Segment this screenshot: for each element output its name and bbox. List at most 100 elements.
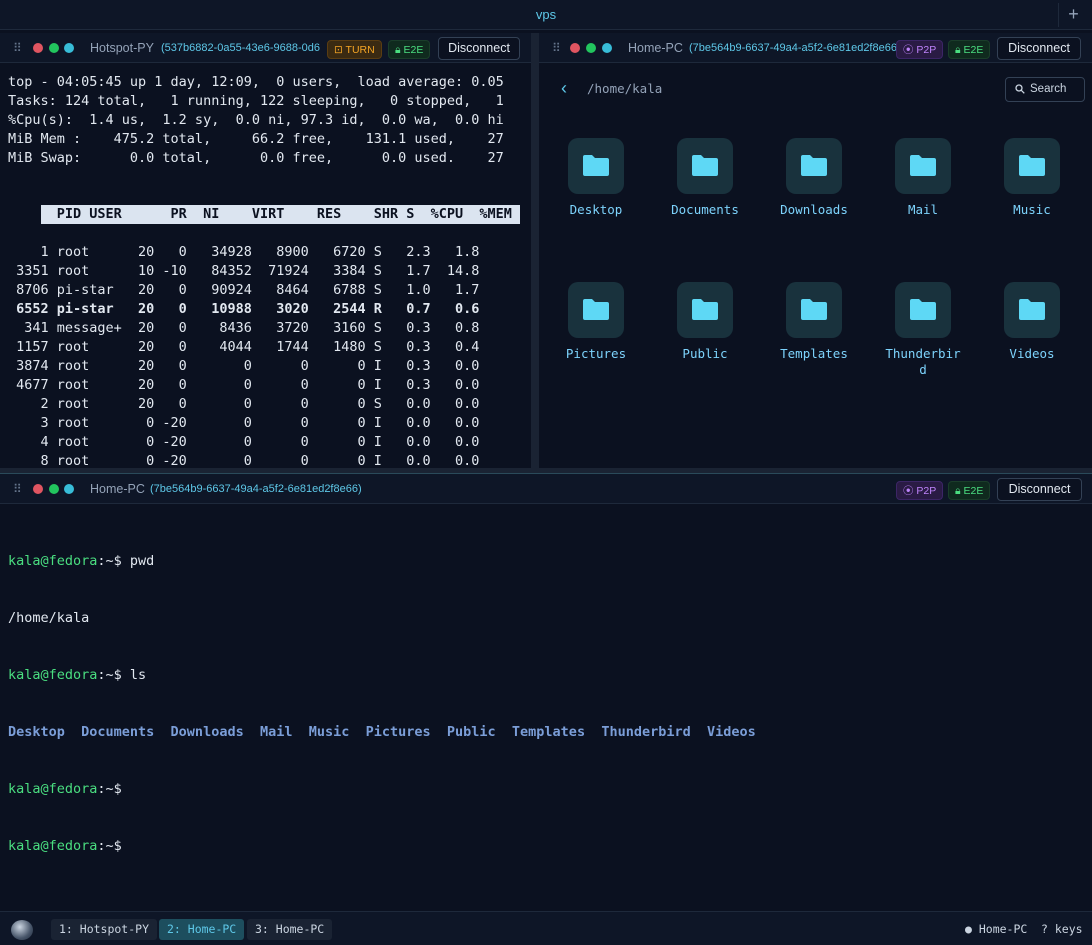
maximize-dot-icon[interactable]	[49, 484, 59, 494]
table-row: 1157 root 20 0 4044 1744 1480 S 0.3 0.4	[8, 339, 480, 355]
close-dot-icon[interactable]	[570, 43, 580, 53]
drag-handle-icon[interactable]: ⠿	[13, 482, 22, 496]
tab-home-pc-files[interactable]: 2: Home-PC	[159, 919, 245, 940]
e2e-badge: 🔒︎ E2E	[948, 481, 991, 500]
table-row: 6552 pi-star 20 0 10988 3020 2544 R 0.7 …	[8, 301, 480, 317]
folder-name: Public	[682, 346, 728, 361]
active-host-status: ● Home-PC	[965, 922, 1028, 936]
signal-icon: ⦿	[903, 485, 914, 497]
minimize-dot-icon[interactable]	[64, 43, 74, 53]
relay-icon: ⊡	[334, 44, 343, 56]
pane-peer-id: (7be564b9-6637-49a4-a5f2-6e81ed2f8e66)	[689, 42, 901, 54]
e2e-badge: 🔒︎ E2E	[948, 40, 991, 59]
pane-host-name: Hotspot-PY	[90, 41, 154, 55]
minimize-dot-icon[interactable]	[64, 484, 74, 494]
pane-header: ⠿ Home-PC (7be564b9-6637-49a4-a5f2-6e81e…	[0, 474, 1092, 504]
folder-icon	[677, 282, 733, 338]
pane-peer-id: (7be564b9-6637-49a4-a5f2-6e81ed2f8e66)	[150, 483, 362, 495]
table-row: 8 root 0 -20 0 0 0 I 0.0 0.0	[8, 453, 480, 468]
drag-handle-icon[interactable]: ⠿	[13, 41, 22, 55]
app-title: vps	[535, 7, 557, 22]
pane-header: ⠿ Home-PC (7be564b9-6637-49a4-a5f2-6e81e…	[539, 33, 1092, 63]
minimize-dot-icon[interactable]	[602, 43, 612, 53]
shell-line: kala@fedora:~$	[8, 781, 122, 797]
keys-help[interactable]: ? keys	[1041, 922, 1083, 936]
back-arrow-icon[interactable]: ‹	[561, 78, 567, 99]
table-row: 8706 pi-star 20 0 90924 8464 6788 S 1.0 …	[8, 282, 480, 298]
folder-item[interactable]: Mail	[878, 138, 968, 218]
summary-line: MiB Swap: 0.0 total, 0.0 free, 0.0 used.…	[8, 150, 504, 166]
lock-icon: 🔒︎	[395, 44, 401, 56]
summary-line: %Cpu(s): 1.4 us, 1.2 sy, 0.0 ni, 97.3 id…	[8, 112, 504, 128]
folder-item[interactable]: Music	[987, 138, 1077, 218]
top-process-table: PID USER PR NI VIRT RES SHR S %CPU %MEM …	[8, 186, 521, 468]
signal-icon: ⦿	[903, 44, 914, 56]
folder-icon	[786, 282, 842, 338]
folder-item[interactable]: Thunderbird	[878, 282, 968, 378]
search-icon	[1015, 84, 1025, 94]
folder-name: Downloads	[780, 202, 848, 217]
maximize-dot-icon[interactable]	[586, 43, 596, 53]
taskbar: 1: Hotspot-PY 2: Home-PC 3: Home-PC ● Ho…	[0, 911, 1092, 945]
folder-icon	[1004, 138, 1060, 194]
folder-item[interactable]: Desktop	[551, 138, 641, 218]
current-path: /home/kala	[587, 81, 663, 96]
folder-icon	[895, 282, 951, 338]
folder-name: Pictures	[565, 346, 627, 361]
pane-home-pc-shell: ⠿ Home-PC (7be564b9-6637-49a4-a5f2-6e81e…	[0, 474, 1092, 911]
disconnect-button[interactable]: Disconnect	[997, 37, 1081, 60]
disconnect-button[interactable]: Disconnect	[997, 478, 1082, 501]
app-title-bar: vps +	[0, 0, 1092, 30]
folder-icon	[568, 282, 624, 338]
folder-name: Documents	[671, 202, 739, 217]
folder-item[interactable]: Public	[660, 282, 750, 362]
folder-name: Videos	[1009, 346, 1055, 361]
folder-item[interactable]: Documents	[660, 138, 750, 218]
p2p-badge: ⦿ P2P	[896, 481, 944, 500]
shell-line: kala@fedora:~$ pwd	[8, 553, 155, 569]
lock-icon: 🔒︎	[955, 485, 961, 497]
folder-icon	[786, 138, 842, 194]
pane-peer-id: (537b6882-0a55-43e6-9688-0d6...	[161, 42, 321, 54]
folder-item[interactable]: Pictures	[551, 282, 641, 362]
summary-line: Tasks: 124 total, 1 running, 122 sleepin…	[8, 93, 504, 109]
folder-item[interactable]: Videos	[987, 282, 1077, 362]
tab-hotspot-py[interactable]: 1: Hotspot-PY	[51, 919, 158, 940]
file-manager-toolbar: ‹ /home/kala Search	[539, 63, 1092, 119]
close-dot-icon[interactable]	[33, 43, 43, 53]
table-row: 1 root 20 0 34928 8900 6720 S 2.3 1.8	[8, 244, 480, 260]
shell-line: kala@fedora:~$ ls	[8, 667, 147, 683]
folder-name: Desktop	[569, 202, 623, 217]
maximize-dot-icon[interactable]	[49, 43, 59, 53]
pane-host-name: Home-PC	[90, 482, 145, 496]
ls-output: Desktop Documents Downloads Mail Music P…	[8, 724, 756, 740]
e2e-badge: 🔒︎ E2E	[388, 40, 431, 59]
shell-line: /home/kala	[8, 610, 90, 626]
search-button[interactable]: Search	[1005, 77, 1085, 102]
disconnect-button[interactable]: Disconnect	[438, 37, 520, 60]
tab-home-pc-shell[interactable]: 3: Home-PC	[247, 919, 333, 940]
table-row: 2 root 20 0 0 0 0 S 0.0 0.0	[8, 396, 480, 412]
folder-item[interactable]: Downloads	[769, 138, 859, 218]
new-tab-button[interactable]: +	[1058, 3, 1088, 27]
pane-host-name: Home-PC	[628, 41, 683, 55]
pane-home-pc-files: ⠿ Home-PC (7be564b9-6637-49a4-a5f2-6e81e…	[539, 33, 1092, 468]
folder-name: Thunderbird	[885, 346, 961, 377]
close-dot-icon[interactable]	[33, 484, 43, 494]
drag-handle-icon[interactable]: ⠿	[552, 41, 561, 55]
table-row: 4677 root 20 0 0 0 0 I 0.3 0.0	[8, 377, 480, 393]
folder-name: Music	[1013, 202, 1051, 217]
pane-hotspot-py: ⠿ Hotspot-PY (537b6882-0a55-43e6-9688-0d…	[0, 33, 531, 468]
vertical-divider[interactable]	[531, 33, 539, 468]
summary-line: top - 04:05:45 up 1 day, 12:09, 0 users,…	[8, 74, 504, 90]
pane-header: ⠿ Hotspot-PY (537b6882-0a55-43e6-9688-0d…	[0, 33, 531, 63]
table-row: 4 root 0 -20 0 0 0 I 0.0 0.0	[8, 434, 480, 450]
folder-item[interactable]: Templates	[769, 282, 859, 362]
avatar[interactable]	[11, 920, 33, 940]
table-row: 341 message+ 20 0 8436 3720 3160 S 0.3 0…	[8, 320, 480, 336]
table-row: 3351 root 10 -10 84352 71924 3384 S 1.7 …	[8, 263, 480, 279]
p2p-badge: ⦿ P2P	[896, 40, 944, 59]
folder-icon	[568, 138, 624, 194]
shell-output[interactable]: kala@fedora:~$ pwd /home/kala kala@fedor…	[8, 514, 756, 894]
folder-name: Mail	[907, 202, 939, 217]
